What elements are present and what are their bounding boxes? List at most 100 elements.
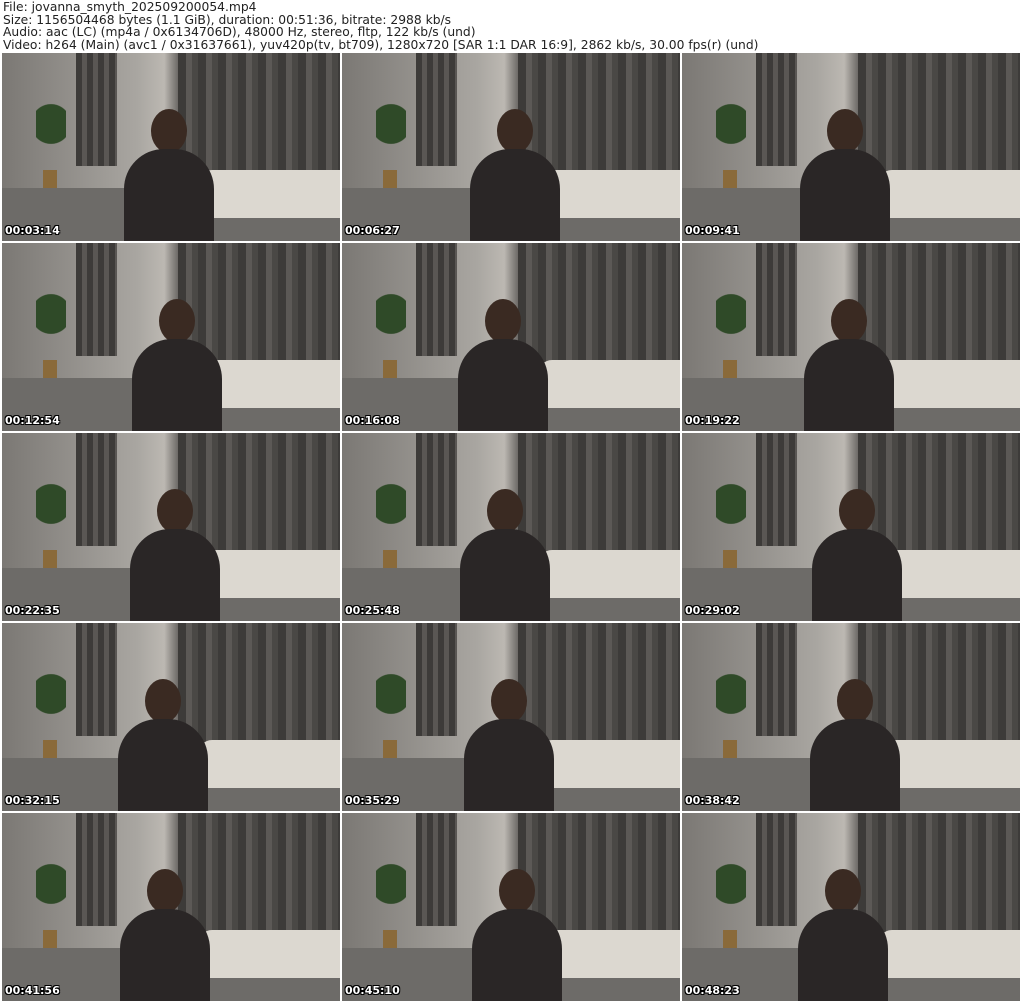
- video-thumbnail: 00:19:22: [682, 243, 1020, 431]
- timestamp-label: 00:19:22: [685, 414, 740, 427]
- scene-curtain: [756, 813, 797, 926]
- plant-image: [715, 860, 746, 920]
- thumbnail-grid: 00:03:14 00:06:27 00:09:41 00:12:54 00:16:08…: [2, 53, 1022, 1001]
- sofa-image: [878, 929, 1020, 979]
- timestamp-label: 00:38:42: [685, 794, 740, 807]
- scene-curtain: [76, 53, 117, 166]
- plant-pot-image: [382, 739, 397, 758]
- scene-curtain: [416, 53, 457, 166]
- person-silhouette: [457, 299, 548, 431]
- scene-curtain: [756, 623, 797, 736]
- video-thumbnail: 00:48:23: [682, 813, 1020, 1001]
- person-silhouette: [803, 299, 894, 431]
- person-silhouette: [129, 489, 220, 621]
- sofa-image: [198, 169, 340, 219]
- timestamp-label: 00:16:08: [345, 414, 400, 427]
- video-thumbnail: 00:06:27: [342, 53, 680, 241]
- scene-curtain: [416, 433, 457, 546]
- plant-image: [35, 480, 66, 540]
- plant-pot-image: [722, 929, 737, 948]
- timestamp-label: 00:03:14: [5, 224, 60, 237]
- plant-pot-image: [382, 549, 397, 568]
- scene-curtain: [76, 433, 117, 546]
- plant-image: [35, 670, 66, 730]
- timestamp-label: 00:25:48: [345, 604, 400, 617]
- plant-pot-image: [722, 359, 737, 378]
- video-info: Video: h264 (Main) (avc1 / 0x31637661), …: [3, 38, 759, 53]
- person-silhouette: [799, 109, 890, 241]
- plant-image: [35, 860, 66, 920]
- video-thumbnail: 00:32:15: [2, 623, 340, 811]
- sofa-image: [198, 929, 340, 979]
- video-thumbnail: 00:03:14: [2, 53, 340, 241]
- scene-curtain: [756, 53, 797, 166]
- scene-curtain: [416, 623, 457, 736]
- plant-pot-image: [42, 549, 57, 568]
- plant-image: [715, 100, 746, 160]
- video-thumbnail: 00:22:35: [2, 433, 340, 621]
- plant-image: [715, 290, 746, 350]
- video-thumbnail: 00:09:41: [682, 53, 1020, 241]
- person-silhouette: [809, 679, 900, 811]
- plant-image: [375, 670, 406, 730]
- plant-pot-image: [722, 739, 737, 758]
- timestamp-label: 00:41:56: [5, 984, 60, 997]
- sofa-image: [198, 739, 340, 789]
- plant-pot-image: [382, 359, 397, 378]
- plant-image: [375, 290, 406, 350]
- sofa-image: [538, 359, 680, 409]
- plant-image: [35, 100, 66, 160]
- person-silhouette: [463, 679, 554, 811]
- timestamp-label: 00:12:54: [5, 414, 60, 427]
- person-silhouette: [119, 869, 210, 1001]
- plant-image: [375, 100, 406, 160]
- person-silhouette: [123, 109, 214, 241]
- plant-image: [715, 670, 746, 730]
- timestamp-label: 00:06:27: [345, 224, 400, 237]
- timestamp-label: 00:48:23: [685, 984, 740, 997]
- file-info-header: File: jovanna_smyth_202509200054.mp4 Siz…: [3, 1, 758, 52]
- timestamp-label: 00:35:29: [345, 794, 400, 807]
- sofa-image: [878, 169, 1020, 219]
- person-silhouette: [811, 489, 902, 621]
- plant-pot-image: [42, 739, 57, 758]
- plant-image: [715, 480, 746, 540]
- scene-curtain: [76, 243, 117, 356]
- sofa-image: [538, 739, 680, 789]
- video-thumbnail: 00:12:54: [2, 243, 340, 431]
- person-silhouette: [797, 869, 888, 1001]
- scene-curtain: [76, 623, 117, 736]
- plant-pot-image: [382, 929, 397, 948]
- person-silhouette: [471, 869, 562, 1001]
- scene-curtain: [756, 243, 797, 356]
- video-thumbnail: 00:38:42: [682, 623, 1020, 811]
- timestamp-label: 00:29:02: [685, 604, 740, 617]
- plant-pot-image: [42, 169, 57, 188]
- person-silhouette: [459, 489, 550, 621]
- video-thumbnail: 00:41:56: [2, 813, 340, 1001]
- plant-pot-image: [42, 359, 57, 378]
- scene-curtain: [416, 243, 457, 356]
- timestamp-label: 00:32:15: [5, 794, 60, 807]
- plant-pot-image: [382, 169, 397, 188]
- scene-curtain: [756, 433, 797, 546]
- file-name: File: jovanna_smyth_202509200054.mp4: [3, 0, 257, 14]
- plant-pot-image: [42, 929, 57, 948]
- sofa-image: [538, 549, 680, 599]
- person-silhouette: [117, 679, 208, 811]
- video-thumbnail: 00:29:02: [682, 433, 1020, 621]
- person-silhouette: [469, 109, 560, 241]
- plant-image: [375, 480, 406, 540]
- scene-curtain: [416, 813, 457, 926]
- video-thumbnail: 00:16:08: [342, 243, 680, 431]
- plant-image: [35, 290, 66, 350]
- plant-pot-image: [722, 169, 737, 188]
- timestamp-label: 00:45:10: [345, 984, 400, 997]
- video-thumbnail: 00:45:10: [342, 813, 680, 1001]
- timestamp-label: 00:09:41: [685, 224, 740, 237]
- person-silhouette: [131, 299, 222, 431]
- plant-pot-image: [722, 549, 737, 568]
- timestamp-label: 00:22:35: [5, 604, 60, 617]
- plant-image: [375, 860, 406, 920]
- sofa-image: [878, 359, 1020, 409]
